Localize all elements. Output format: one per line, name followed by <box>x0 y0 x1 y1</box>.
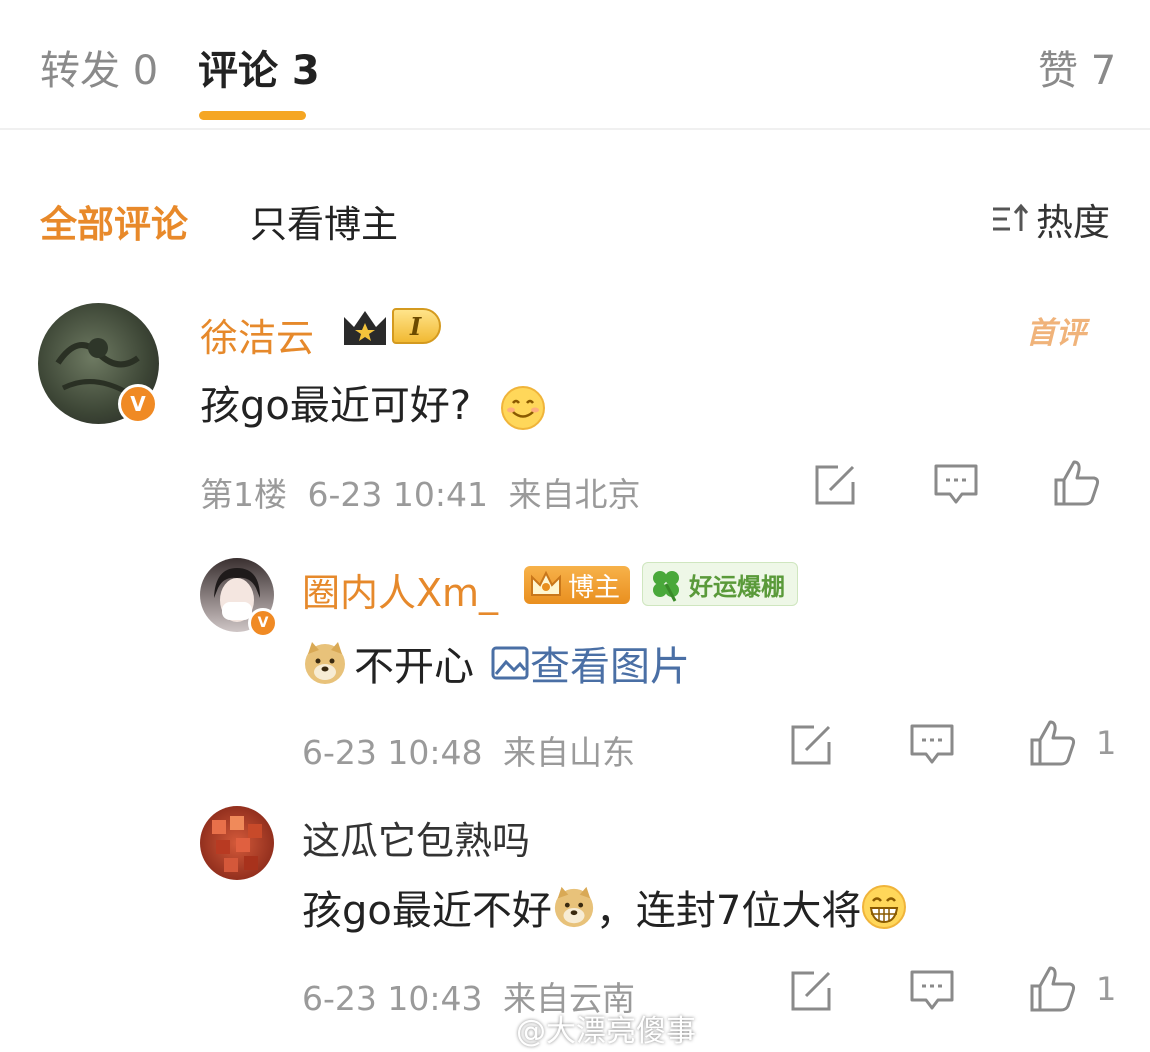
reply-text-part1: 孩go最近不好 <box>302 888 552 934</box>
comment-icon <box>910 724 954 764</box>
filter-all-comments[interactable]: 全部评论 <box>40 194 188 248</box>
avatar-image <box>212 816 262 872</box>
author-badge-label: 博主 <box>568 572 621 603</box>
comment-time: 6-23 10:41 <box>307 475 489 514</box>
member-level-badge: I <box>340 305 442 347</box>
first-comment-tag: 首评 <box>1026 316 1086 351</box>
reply-username[interactable]: 圈内人Xm_ <box>302 562 498 617</box>
reply-meta: 6-23 10:48 来自山东 <box>302 726 635 774</box>
crown-badge-icon <box>531 570 561 596</box>
doge-emoji-icon <box>554 886 594 928</box>
like-button[interactable] <box>1052 458 1102 508</box>
tab-repost[interactable]: 转发 0 <box>40 38 158 96</box>
filter-author-only[interactable]: 只看博主 <box>250 194 398 248</box>
reply-text-row: 孩go最近不好 ，连封7位大将 <box>302 878 907 936</box>
reply-time: 6-23 10:43 <box>302 979 483 1018</box>
share-icon <box>791 971 831 1011</box>
reply-text: 不开心 <box>354 644 474 690</box>
thumbs-up-icon <box>1030 966 1076 1012</box>
thumbs-up-icon <box>1054 460 1100 506</box>
sort-label: 热度 <box>1036 201 1110 244</box>
comment-text-row: 孩go最近可好? <box>200 373 546 431</box>
like-button[interactable]: 1 <box>1028 718 1116 768</box>
thumbs-up-icon <box>1030 720 1076 766</box>
reply-text-row: 不开心 查看图片 <box>302 634 690 692</box>
smile-emoji-icon <box>500 386 545 430</box>
like-button[interactable]: 1 <box>1028 964 1116 1014</box>
share-icon <box>815 465 855 505</box>
reply-time: 6-23 10:48 <box>302 733 483 772</box>
comment-username[interactable]: 徐洁云 <box>200 307 314 362</box>
tab-likes[interactable]: 赞 7 <box>1038 38 1116 96</box>
reply-text-part2: ，连封7位大将 <box>595 888 862 934</box>
reply-username[interactable]: 这瓜它包熟吗 <box>302 810 530 865</box>
image-icon <box>491 646 529 680</box>
comment-meta: 第1楼 6-23 10:41 来自北京 <box>200 468 641 516</box>
reply-button[interactable] <box>932 462 980 508</box>
clover-icon <box>653 571 679 602</box>
verified-badge-icon: V <box>248 608 278 638</box>
crown-icon <box>344 311 386 345</box>
level-label: I <box>392 308 442 344</box>
comment-icon <box>910 970 954 1010</box>
watermark: @大漂亮傻事 <box>470 1006 696 1050</box>
active-tab-indicator <box>199 111 306 120</box>
like-count: 1 <box>1096 970 1117 1008</box>
grin-emoji-icon <box>862 885 907 929</box>
view-image-link[interactable]: 查看图片 <box>490 634 690 692</box>
reply-location: 来自山东 <box>503 733 635 772</box>
luck-badge-label: 好运爆棚 <box>689 572 785 601</box>
like-count: 1 <box>1096 724 1117 762</box>
sort-icon <box>993 203 1029 231</box>
view-image-label: 查看图片 <box>530 644 690 690</box>
tab-bar: 转发 0 评论 3 赞 7 <box>0 0 1150 130</box>
verified-badge-icon: V <box>118 384 158 424</box>
weibo-logo-icon <box>470 1014 508 1044</box>
comment-location: 来自北京 <box>508 475 641 514</box>
luck-badge: 好运爆棚 <box>642 562 798 606</box>
floor-number: 第1楼 <box>200 475 287 514</box>
share-icon <box>791 725 831 765</box>
tab-comments[interactable]: 评论 3 <box>198 38 320 96</box>
sort-button[interactable]: 热度 <box>990 192 1110 246</box>
comment-icon <box>934 464 978 504</box>
repost-button[interactable] <box>788 968 834 1014</box>
avatar[interactable] <box>200 806 274 880</box>
author-badge: 博主 <box>524 566 631 604</box>
reply-button[interactable] <box>908 722 956 768</box>
repost-button[interactable] <box>812 462 858 508</box>
reply-button[interactable] <box>908 968 956 1014</box>
watermark-text: @大漂亮傻事 <box>516 1014 696 1049</box>
doge-emoji-icon <box>305 642 345 684</box>
repost-button[interactable] <box>788 722 834 768</box>
comment-text: 孩go最近可好? <box>200 383 472 429</box>
